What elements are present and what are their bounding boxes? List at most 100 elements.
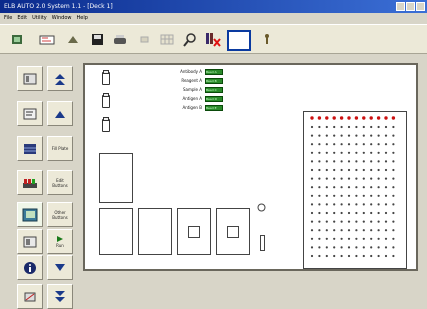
- plate-header-well[interactable]: [317, 116, 322, 120]
- plate-well[interactable]: [392, 254, 395, 258]
- maximize-button[interactable]: [406, 2, 415, 11]
- plate-well[interactable]: [392, 229, 395, 232]
- plate-well[interactable]: [340, 134, 343, 137]
- plate-well[interactable]: [340, 143, 343, 146]
- up-arrow-button[interactable]: [47, 101, 73, 126]
- plate-header-well[interactable]: [332, 116, 336, 120]
- plate-well[interactable]: [362, 134, 365, 137]
- plate-well[interactable]: [318, 168, 321, 172]
- plate-well[interactable]: [333, 151, 336, 154]
- reservoir-rack[interactable]: [99, 153, 133, 203]
- tip-rack[interactable]: [216, 208, 250, 255]
- plate-well[interactable]: [310, 229, 314, 232]
- plate-well[interactable]: [333, 220, 336, 223]
- plate-well[interactable]: [340, 160, 343, 163]
- plate-well[interactable]: [333, 229, 336, 232]
- plate-well[interactable]: [347, 177, 351, 180]
- plate-well[interactable]: [392, 125, 395, 129]
- plate-well[interactable]: [355, 220, 358, 223]
- plate-well[interactable]: [377, 160, 380, 163]
- plate-well[interactable]: [384, 220, 388, 223]
- plate-well[interactable]: [362, 220, 365, 223]
- plate-well[interactable]: [310, 177, 314, 180]
- plate-well[interactable]: [310, 211, 314, 215]
- plate-well[interactable]: [318, 151, 321, 154]
- plate-well[interactable]: [384, 246, 388, 249]
- plate-well[interactable]: [325, 211, 328, 215]
- plate-header-well[interactable]: [391, 116, 396, 120]
- plate-well[interactable]: [370, 211, 373, 215]
- plate-well[interactable]: [370, 168, 373, 172]
- plate-header-well[interactable]: [384, 116, 388, 120]
- plate-well[interactable]: [377, 254, 380, 258]
- reagent-value-box[interactable]: Bead D: [205, 96, 223, 102]
- plate-well[interactable]: [392, 134, 395, 137]
- deck-view-button[interactable]: [17, 66, 43, 91]
- plate-well[interactable]: [370, 194, 373, 197]
- plate-well[interactable]: [325, 134, 328, 137]
- plate-well[interactable]: [340, 254, 343, 258]
- window-button[interactable]: [226, 29, 252, 51]
- plate-header-well[interactable]: [376, 116, 381, 120]
- plate-well[interactable]: [347, 220, 351, 223]
- top-arrow-button[interactable]: [47, 66, 73, 91]
- plate-header-well[interactable]: [354, 116, 359, 120]
- plate-well[interactable]: [340, 246, 343, 249]
- plate-well[interactable]: [362, 211, 365, 215]
- plate-well[interactable]: [384, 177, 388, 180]
- plate-well[interactable]: [325, 177, 328, 180]
- reagent-bottle[interactable]: [102, 117, 110, 132]
- plate-well[interactable]: [370, 134, 373, 137]
- plate-well[interactable]: [310, 143, 314, 146]
- plate-well[interactable]: [384, 143, 388, 146]
- plate-well[interactable]: [325, 143, 328, 146]
- plate-well[interactable]: [333, 246, 336, 249]
- plate-well[interactable]: [392, 186, 395, 189]
- plate-well[interactable]: [340, 220, 343, 223]
- plate-well[interactable]: [340, 211, 343, 215]
- plate-well[interactable]: [384, 194, 388, 197]
- bottom-arrow-button[interactable]: [47, 284, 73, 309]
- plate-well[interactable]: [384, 160, 388, 163]
- plate-well[interactable]: [392, 160, 395, 163]
- plate-well[interactable]: [355, 143, 358, 146]
- book-delete-button[interactable]: [204, 31, 222, 48]
- plate-well[interactable]: [392, 237, 395, 240]
- plate-well[interactable]: [370, 186, 373, 189]
- plate-well[interactable]: [355, 246, 358, 249]
- plate-well[interactable]: [377, 177, 380, 180]
- plate-well[interactable]: [370, 125, 373, 129]
- plate-header-well[interactable]: [310, 116, 314, 120]
- plate-well[interactable]: [392, 177, 395, 180]
- zoom-button[interactable]: [181, 31, 199, 48]
- plate-well[interactable]: [310, 134, 314, 137]
- grid-side-button[interactable]: [17, 136, 43, 161]
- plate-well[interactable]: [370, 220, 373, 223]
- plate-well[interactable]: [318, 211, 321, 215]
- reservoir-rack[interactable]: [138, 208, 172, 255]
- plate-well[interactable]: [362, 254, 365, 258]
- plate-well[interactable]: [362, 203, 365, 206]
- plate-well[interactable]: [392, 211, 395, 215]
- plate-well[interactable]: [362, 125, 365, 129]
- plate-well[interactable]: [318, 194, 321, 197]
- plate-well[interactable]: [384, 211, 388, 215]
- plate-well[interactable]: [384, 254, 388, 258]
- plate-header-well[interactable]: [369, 116, 373, 120]
- plate-well[interactable]: [347, 143, 351, 146]
- plate-well[interactable]: [377, 203, 380, 206]
- plate-well[interactable]: [377, 151, 380, 154]
- plate-well[interactable]: [333, 125, 336, 129]
- plate-well[interactable]: [347, 246, 351, 249]
- plate-well[interactable]: [377, 134, 380, 137]
- plate-well[interactable]: [355, 168, 358, 172]
- plate-well[interactable]: [347, 254, 351, 258]
- plate-well[interactable]: [318, 246, 321, 249]
- plate-well[interactable]: [392, 194, 395, 197]
- reagent-bottle[interactable]: [102, 93, 110, 108]
- plate-well[interactable]: [377, 125, 380, 129]
- plate-well[interactable]: [325, 220, 328, 223]
- plate-well[interactable]: [362, 229, 365, 232]
- plate-header-well[interactable]: [339, 116, 344, 120]
- plate-well[interactable]: [310, 194, 314, 197]
